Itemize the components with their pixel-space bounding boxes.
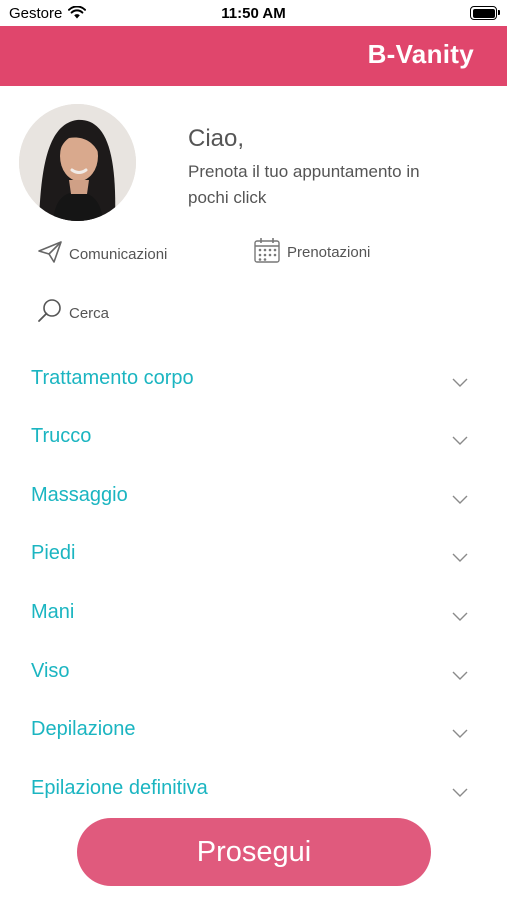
chevron-down-icon bbox=[452, 550, 468, 568]
category-label: Piedi bbox=[31, 542, 76, 564]
category-item-trattamento-corpo[interactable]: Trattamento corpo bbox=[0, 353, 507, 411]
clock: 11:50 AM bbox=[221, 5, 286, 22]
proceed-button-label: Prosegui bbox=[196, 835, 312, 868]
bookings-label: Prenotazioni bbox=[287, 243, 371, 261]
category-item-depilazione[interactable]: Depilazione bbox=[0, 704, 507, 762]
search-button[interactable]: Cerca bbox=[37, 298, 109, 328]
category-label: Trattamento corpo bbox=[31, 367, 194, 389]
communications-button[interactable]: Comunicazioni bbox=[37, 240, 167, 268]
category-item-trucco[interactable]: Trucco bbox=[0, 411, 507, 469]
communications-label: Comunicazioni bbox=[69, 245, 168, 263]
chevron-down-icon bbox=[452, 492, 468, 510]
greeting-title: Ciao, bbox=[188, 125, 245, 152]
category-label: Mani bbox=[31, 601, 75, 623]
category-item-epilazione-definitiva[interactable]: Epilazione definitiva bbox=[0, 763, 507, 821]
search-label: Cerca bbox=[69, 304, 110, 322]
status-bar: Gestore 11:50 AM bbox=[0, 0, 507, 26]
app-header: B-Vanity bbox=[0, 26, 507, 86]
category-label: Viso bbox=[31, 660, 70, 682]
category-label: Depilazione bbox=[31, 718, 136, 740]
brand-logo: B-Vanity bbox=[367, 39, 474, 69]
greeting-subtitle: Prenota il tuo appuntamento in pochi cli… bbox=[188, 162, 420, 207]
chevron-down-icon bbox=[452, 785, 468, 803]
bookings-button[interactable]: Prenotazioni bbox=[253, 236, 370, 268]
search-icon bbox=[37, 298, 63, 328]
category-item-viso[interactable]: Viso bbox=[0, 646, 507, 704]
paper-plane-icon bbox=[37, 240, 63, 268]
proceed-button[interactable]: Prosegui bbox=[77, 818, 431, 886]
chevron-down-icon bbox=[452, 609, 468, 627]
chevron-down-icon bbox=[452, 668, 468, 686]
category-label: Trucco bbox=[31, 425, 92, 447]
category-label: Massaggio bbox=[31, 484, 128, 506]
category-item-piedi[interactable]: Piedi bbox=[0, 528, 507, 586]
battery-icon bbox=[470, 6, 500, 20]
calendar-icon bbox=[253, 236, 281, 268]
avatar bbox=[19, 104, 136, 221]
chevron-down-icon bbox=[452, 726, 468, 744]
category-item-massaggio[interactable]: Massaggio bbox=[0, 470, 507, 528]
chevron-down-icon bbox=[452, 433, 468, 451]
chevron-down-icon bbox=[452, 375, 468, 393]
category-item-mani[interactable]: Mani bbox=[0, 587, 507, 645]
category-label: Epilazione definitiva bbox=[31, 777, 208, 799]
